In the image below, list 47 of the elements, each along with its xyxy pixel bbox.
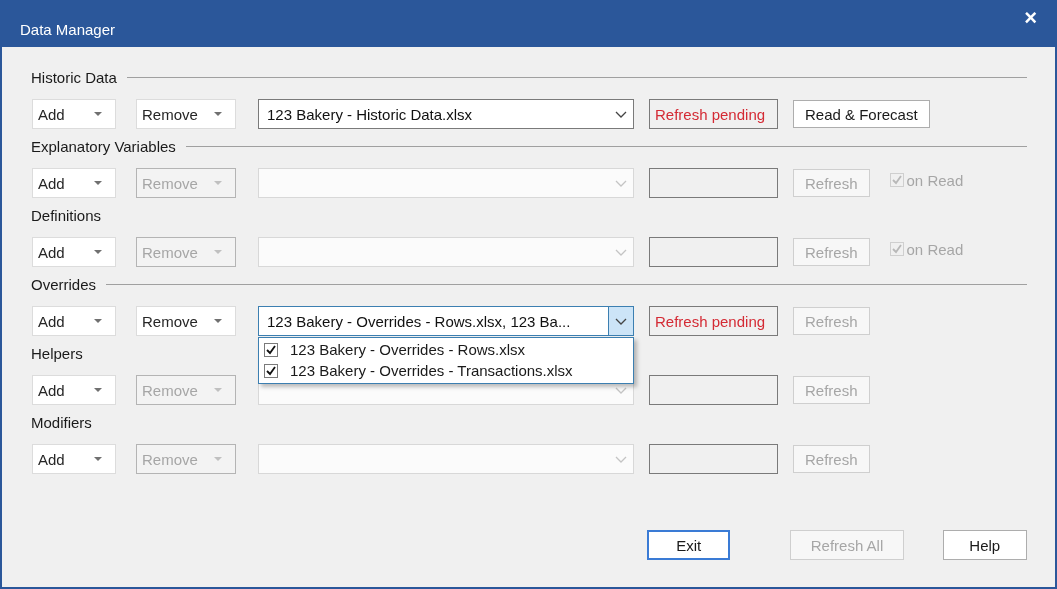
list-option[interactable]: 123 Bakery - Overrides - Transactions.xlsx [264,360,633,381]
chevron-icon [615,110,627,118]
section-label: Overrides [30,275,97,293]
chevron-icon [615,317,627,325]
caret-icon [214,181,222,185]
dialog-button[interactable]: Exit [647,530,731,560]
caret-icon [214,388,222,392]
caret-icon [94,181,102,185]
caret-icon [94,319,102,323]
caret-icon [94,388,102,392]
status-field: Refresh pending [649,99,778,129]
chevron-icon [615,386,627,394]
remove-dropdown[interactable]: Remove [136,99,236,129]
add-dropdown[interactable]: Add [32,306,116,336]
caret-icon [94,250,102,254]
add-dropdown[interactable]: Add [32,99,116,129]
checkbox-label: on Read [906,240,964,258]
section-label: Helpers [30,344,83,362]
file-combobox[interactable]: 123 Bakery - Historic Data.xlsx [258,99,634,129]
section-label: Historic Data [30,68,117,86]
section-label: Explanatory Variables [30,137,176,155]
checkbox-label: on Read [906,171,964,189]
caret-icon [94,457,102,461]
section-label: Definitions [30,206,102,224]
list-option[interactable]: 123 Bakery - Overrides - Rows.xlsx [264,339,633,360]
checkbox[interactable] [264,342,278,357]
add-dropdown[interactable]: Add [32,237,116,267]
add-dropdown[interactable]: Add [32,375,116,405]
file-combobox[interactable]: 123 Bakery - Overrides - Rows.xlsx, 123 Ba... [258,306,634,336]
caret-icon [214,250,222,254]
window-title: Data Manager [20,21,116,38]
status-field: Refresh pending [649,306,778,336]
chevron-icon [615,179,627,187]
add-dropdown[interactable]: Add [32,168,116,198]
caret-icon [214,112,222,116]
checkbox[interactable] [264,363,278,378]
chevron-icon [615,248,627,256]
caret-icon [94,112,102,116]
caret-icon [214,319,222,323]
remove-dropdown[interactable]: Remove [136,306,236,336]
dialog-button[interactable]: Help [942,530,1027,560]
action-button[interactable]: Read & Forecast [793,100,930,128]
section-label: Modifiers [30,413,92,431]
add-dropdown[interactable]: Add [32,444,116,474]
caret-icon [214,457,222,461]
chevron-icon [615,455,627,463]
close-button[interactable]: × [1024,6,1037,29]
